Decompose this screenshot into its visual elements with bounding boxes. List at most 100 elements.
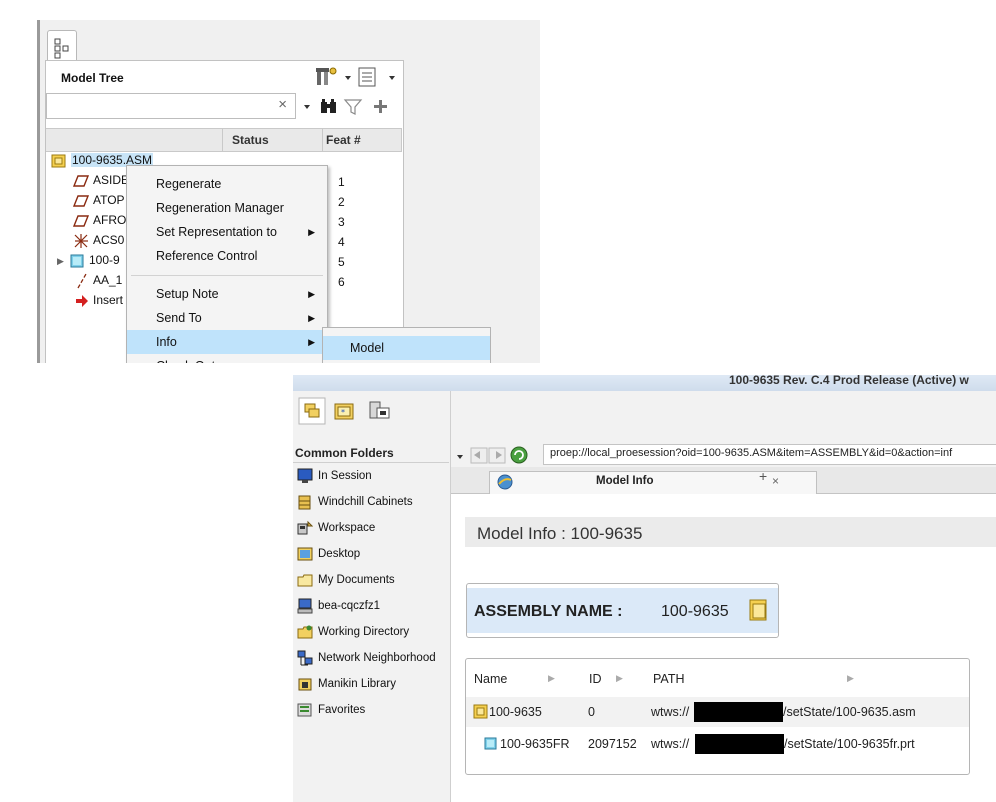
panel-left-border	[37, 20, 40, 363]
submenu-item-model[interactable]: Model	[323, 336, 490, 360]
tree-row-label: AA_1	[93, 273, 123, 287]
new-tab-button[interactable]: +	[751, 467, 779, 487]
cabinet-icon	[298, 495, 311, 510]
context-menu: Regenerate Regeneration Manager Set Repr…	[126, 165, 328, 363]
address-nav-buttons	[453, 445, 545, 465]
common-folders-heading: Common Folders	[295, 446, 394, 460]
settings-dropdown-icon[interactable]	[345, 76, 351, 80]
sort-arrow-icon[interactable]: ▶	[616, 673, 623, 684]
info-submenu: Model	[322, 327, 491, 363]
model-items-table: Name ▶ ID ▶ PATH ▶ 100-9635 0 wtws:// /s…	[465, 658, 970, 775]
menu-item-info[interactable]: Info ▶	[127, 330, 327, 354]
model-tree-toolbar	[315, 65, 405, 89]
tree-row-label: ASIDE	[93, 173, 130, 187]
status-column-header[interactable]: Status	[232, 133, 269, 147]
forward-icon[interactable]	[488, 447, 506, 464]
tree-row-datum-plane[interactable]: ASIDE	[73, 171, 129, 191]
computer-icon	[297, 598, 313, 614]
cell-id: 0	[588, 705, 595, 719]
tree-row-datum-axis[interactable]: AA_1	[75, 271, 122, 291]
working-folder-icon	[297, 625, 313, 639]
browser-toolbar-area	[451, 391, 996, 437]
tree-row-coordinate-system[interactable]: ACS0	[73, 231, 124, 251]
tree-row-label: AFRO	[93, 213, 127, 227]
address-row: proep://local_proesession?oid=100-9635.A…	[451, 437, 996, 467]
feat-number: 4	[338, 235, 345, 249]
cell-path-prefix: wtws://	[651, 737, 690, 751]
tree-structure-icon	[54, 38, 69, 59]
menu-item-set-representation[interactable]: Set Representation to ▶	[127, 220, 327, 244]
column-header-name[interactable]: Name	[474, 669, 507, 689]
sort-arrow-icon[interactable]: ▶	[847, 673, 854, 684]
model-tree-tab[interactable]	[47, 30, 77, 61]
cell-id: 2097152	[588, 737, 637, 751]
column-header-path[interactable]: PATH	[653, 669, 684, 689]
part-icon	[484, 737, 497, 750]
browser-window: 100-9635 Rev. C.4 Prod Release (Active) …	[293, 375, 996, 802]
add-icon[interactable]	[374, 100, 387, 113]
show-dropdown-icon[interactable]	[389, 76, 395, 80]
menu-item-setup-note[interactable]: Setup Note ▶	[127, 282, 327, 306]
search-tools	[300, 96, 400, 118]
column-header-id[interactable]: ID	[589, 669, 602, 689]
tree-row-part[interactable]: ▶ 100-9	[57, 251, 120, 271]
menu-item-send-to[interactable]: Send To ▶	[127, 306, 327, 330]
model-tree-title: Model Tree	[61, 71, 124, 85]
model-info-page: Model Info : 100-9635 ASSEMBLY NAME : 10…	[465, 513, 996, 802]
assembly-icon	[51, 154, 66, 168]
tree-row-insert-here[interactable]: Insert	[75, 291, 123, 311]
search-dropdown-icon[interactable]	[304, 105, 310, 109]
tree-row-label: ACS0	[93, 233, 125, 247]
menu-item-reference-control[interactable]: Reference Control	[127, 244, 327, 268]
tree-row-datum-plane[interactable]: AFRO	[73, 211, 126, 231]
coordinate-system-icon	[74, 233, 88, 248]
address-input[interactable]: proep://local_proesession?oid=100-9635.A…	[543, 444, 996, 465]
menu-item-check-out[interactable]: Check Out	[127, 354, 327, 363]
clear-search-icon[interactable]: ×	[278, 96, 287, 113]
assembly-name-value: 100-9635	[661, 603, 729, 620]
navigator-panel: * Common Folders In Session Windchill Ca…	[293, 391, 451, 802]
model-tree-column-headers: Status Feat #	[46, 128, 402, 152]
cell-path-prefix: wtws://	[651, 705, 690, 719]
menu-item-regeneration-manager[interactable]: Regeneration Manager	[127, 196, 327, 220]
menu-item-regenerate[interactable]: Regenerate	[127, 172, 327, 196]
table-row[interactable]: 100-9635FR 2097152 wtws:// /setState/100…	[466, 729, 969, 759]
part-icon	[70, 254, 84, 268]
monitor-icon	[297, 468, 313, 483]
back-icon[interactable]	[470, 447, 488, 464]
network-icon	[297, 650, 313, 666]
datum-plane-icon	[73, 195, 89, 207]
table-row[interactable]: 100-9635 0 wtws:// /setState/100-9635.as…	[466, 697, 969, 727]
tree-row-label: 100-9	[89, 253, 120, 267]
model-tree-panel: Model Tree × Status Feat # 100-9635.ASM …	[37, 20, 540, 363]
assembly-name-label: ASSEMBLY NAME :	[474, 603, 623, 620]
show-list-icon[interactable]	[358, 67, 376, 87]
history-dropdown-icon[interactable]	[457, 455, 463, 459]
cell-path-suffix: /setState/100-9635fr.prt	[784, 737, 915, 751]
feat-column-header[interactable]: Feat #	[326, 133, 361, 147]
feat-number: 1	[338, 175, 345, 189]
expand-arrow-icon[interactable]: ▶	[57, 252, 69, 270]
svg-text:*: *	[341, 408, 345, 417]
model-tree-tab-icon[interactable]	[369, 401, 390, 419]
assembly-icon	[749, 599, 767, 621]
submenu-arrow-icon: ▶	[308, 289, 315, 299]
filter-icon[interactable]	[343, 99, 363, 115]
feat-number: 3	[338, 215, 345, 229]
tree-row-datum-plane[interactable]: ATOP	[73, 191, 125, 211]
favorites-icon	[297, 703, 312, 717]
refresh-icon[interactable]	[510, 446, 528, 464]
heading-divider	[293, 462, 449, 463]
browser-globe-icon	[497, 474, 513, 490]
datum-plane-icon	[73, 175, 89, 187]
settings-tools-icon[interactable]	[316, 67, 337, 85]
folder-browser-tab-icon[interactable]	[298, 397, 326, 425]
tree-row-label: Insert	[93, 293, 124, 307]
feat-number: 2	[338, 195, 345, 209]
model-tree-search-input[interactable]: ×	[46, 93, 296, 119]
favorites-tab-icon[interactable]: *	[334, 403, 354, 420]
sort-arrow-icon[interactable]: ▶	[548, 673, 555, 684]
binoculars-icon[interactable]	[321, 99, 336, 113]
submenu-arrow-icon: ▶	[308, 227, 315, 237]
browser-tab-bar: Model Info × +	[451, 467, 996, 494]
